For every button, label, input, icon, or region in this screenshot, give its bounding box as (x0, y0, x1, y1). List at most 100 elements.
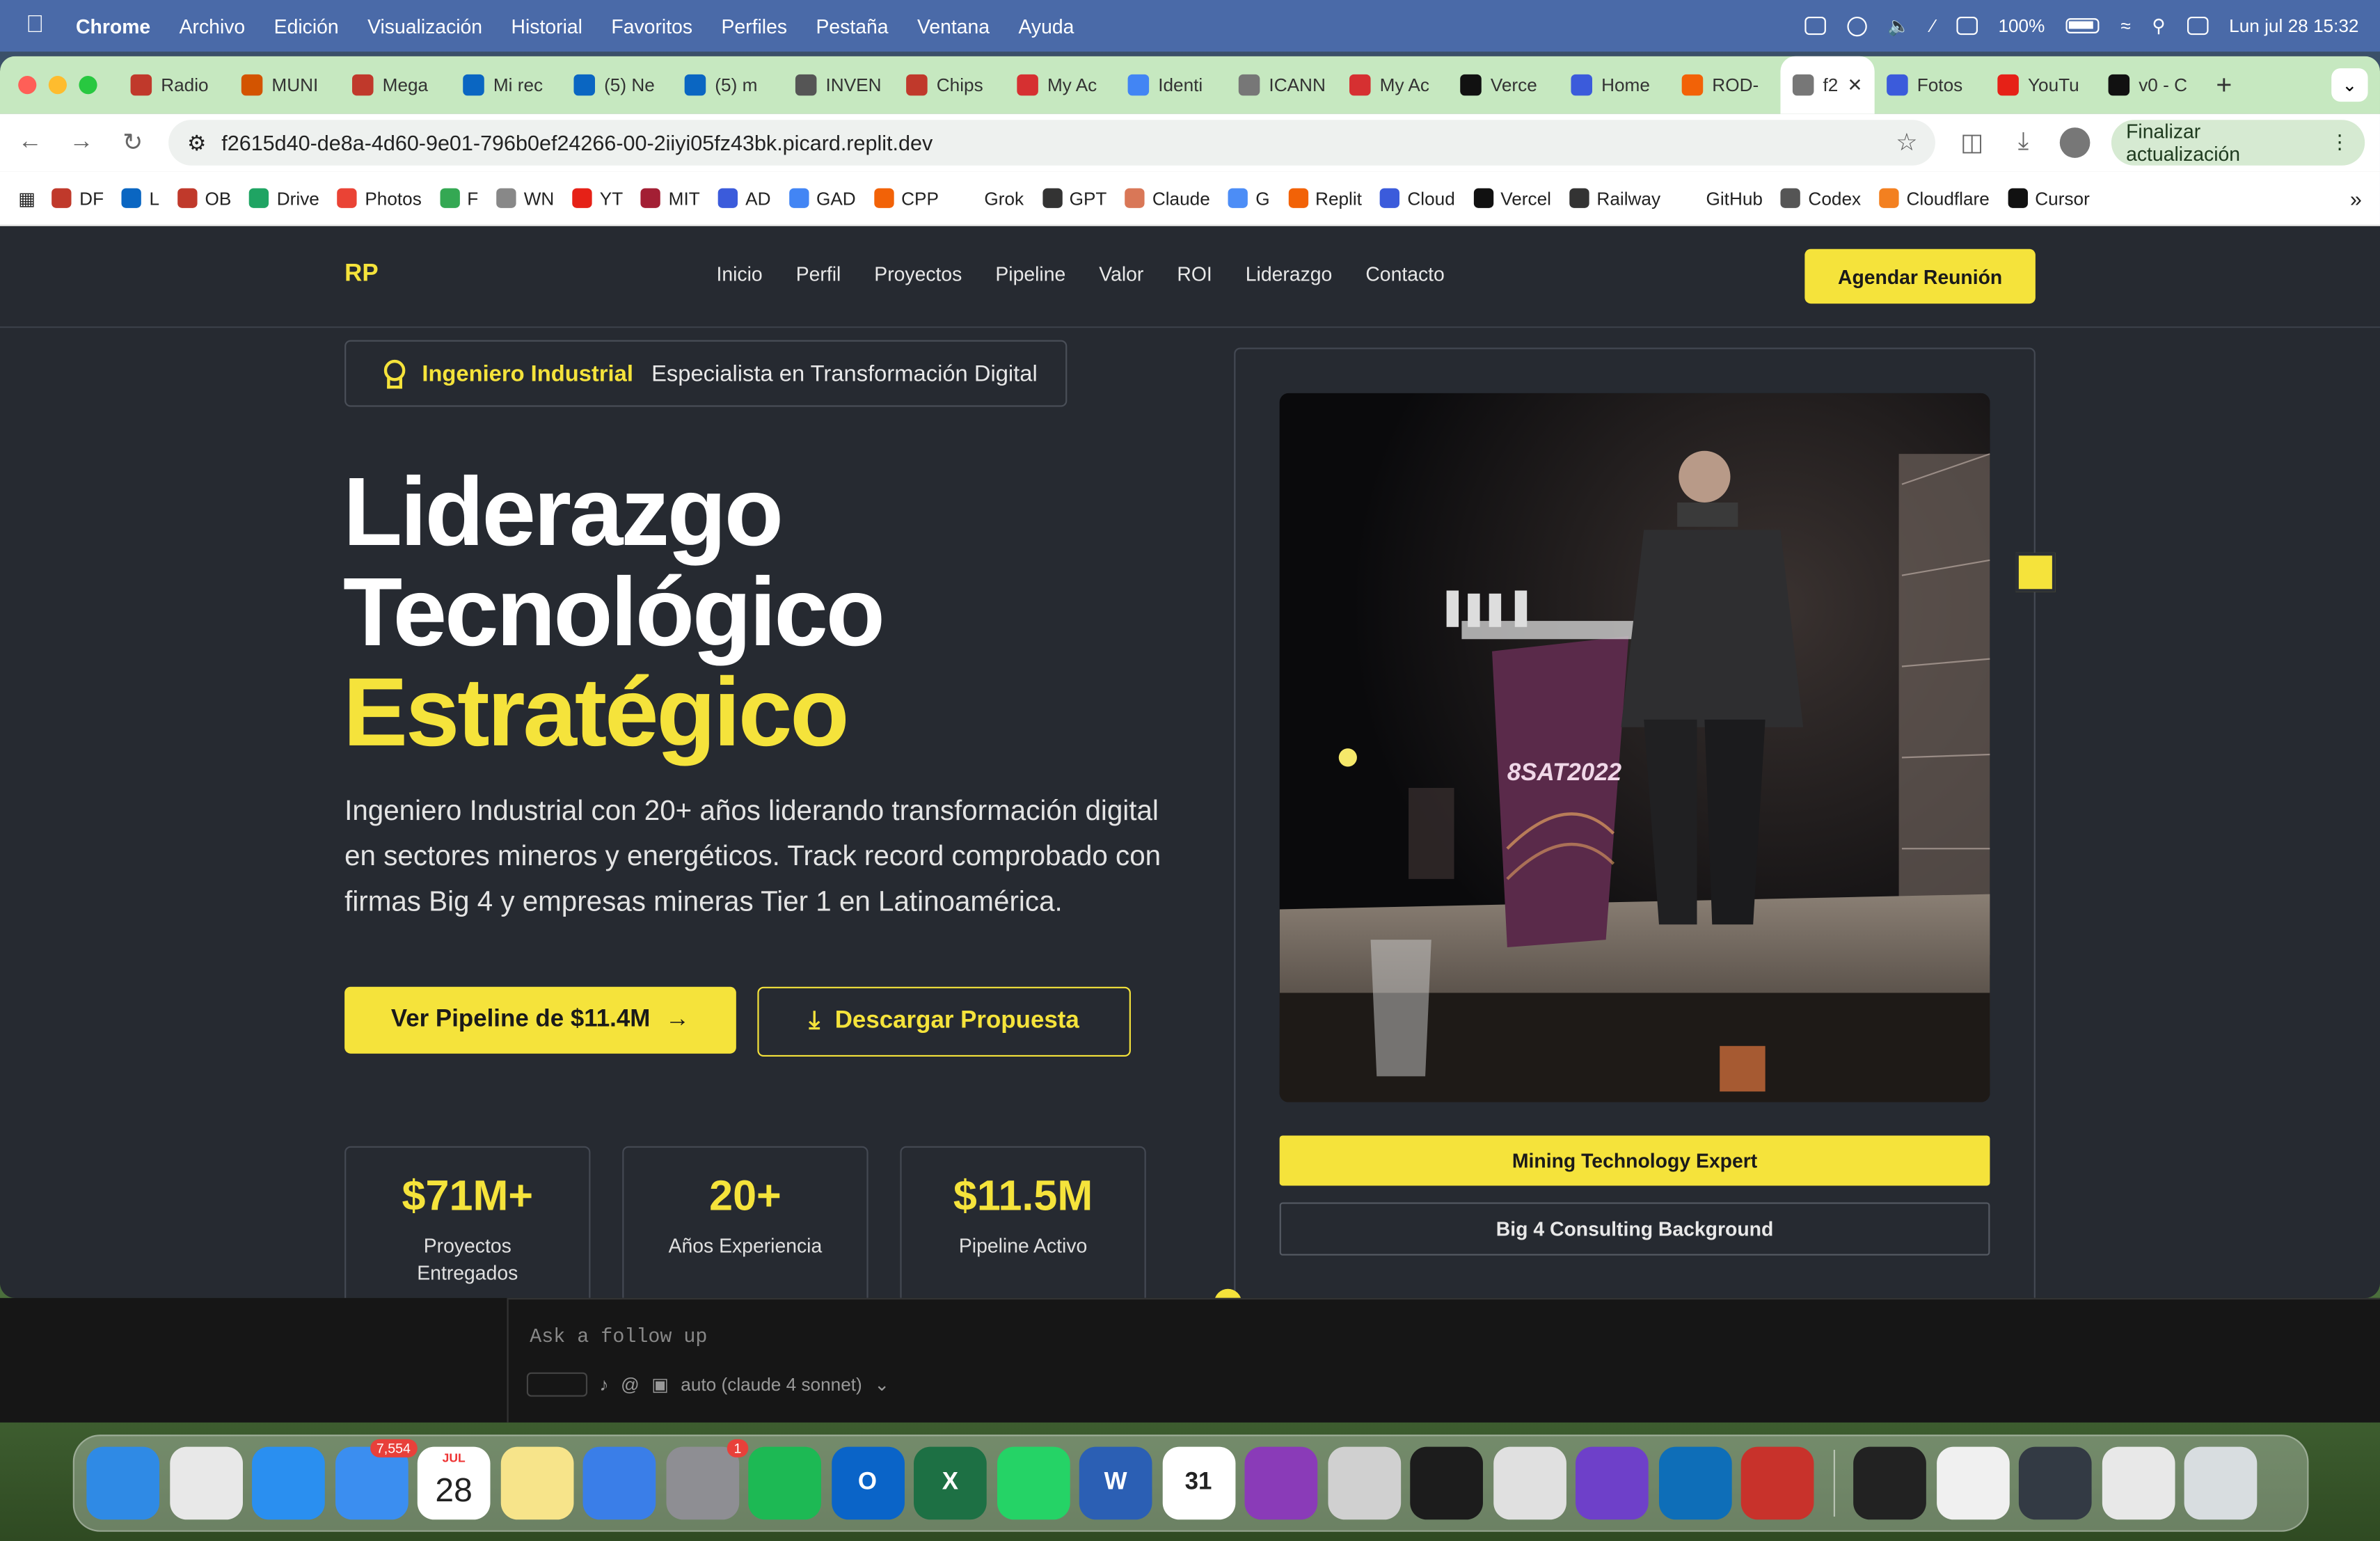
notes-icon[interactable] (500, 1446, 573, 1520)
menu-edicion[interactable]: Edición (274, 15, 339, 38)
maximize-window-button[interactable] (79, 76, 97, 95)
bookmark-item[interactable]: Cloudflare (1879, 187, 1990, 209)
tab[interactable]: Radio (118, 56, 229, 114)
screenshot-1-icon[interactable] (2018, 1446, 2092, 1520)
menu-pestana[interactable]: Pestaña (816, 15, 888, 38)
mic-icon[interactable]: ♪ (600, 1374, 609, 1396)
tab[interactable]: (5) Ne (562, 56, 672, 114)
pen-icon[interactable]: ∕ (1931, 15, 1934, 37)
bookmark-item[interactable]: GitHub (1679, 187, 1763, 209)
image-icon[interactable]: ▣ (651, 1374, 669, 1396)
model-selector[interactable]: auto (claude 4 sonnet) (681, 1374, 862, 1396)
photo-booth-icon[interactable] (1740, 1446, 1814, 1520)
finder-icon[interactable] (86, 1446, 160, 1520)
download-proposal-button[interactable]: ⤓ Descargar Propuesta (757, 986, 1131, 1057)
calendar-icon[interactable]: JUL 28 (417, 1446, 491, 1520)
tab[interactable]: Fotos (1875, 56, 1985, 114)
bookmark-item[interactable]: WN (496, 187, 554, 209)
bookmark-item[interactable]: Drive (249, 187, 319, 209)
bookmark-item[interactable]: DF (51, 187, 104, 209)
volume-icon[interactable]: 🔈 (1887, 15, 1910, 37)
spotify-icon[interactable] (748, 1446, 821, 1520)
outlook-icon[interactable]: O (831, 1446, 904, 1520)
tab-active[interactable]: f2 ✕ (1780, 56, 1875, 114)
tab[interactable]: INVEN (783, 56, 894, 114)
schedule-meeting-button[interactable]: Agendar Reunión (1804, 248, 2036, 304)
system-settings-icon[interactable]: 1 (665, 1439, 748, 1520)
bookmark-item[interactable]: G (1228, 187, 1270, 209)
tab[interactable]: ROD- (1669, 56, 1780, 114)
menu-visualizacion[interactable]: Visualización (367, 15, 482, 38)
site-info-icon[interactable]: ⚙ (187, 129, 206, 155)
tab[interactable]: Verce (1448, 56, 1559, 114)
extensions-icon[interactable]: ◫ (1957, 127, 1987, 158)
bookmark-item[interactable]: Replit (1287, 187, 1362, 209)
bookmark-item[interactable]: Claude (1125, 187, 1210, 209)
bookmark-item[interactable]: Vercel (1473, 187, 1551, 209)
apple-icon[interactable]:  (22, 12, 49, 39)
bookmark-item[interactable]: L (122, 187, 159, 209)
bookmark-item[interactable]: GPT (1042, 187, 1106, 209)
tab[interactable]: My Ac (1338, 56, 1448, 114)
bookmark-item[interactable]: OB (177, 187, 231, 209)
omnibox[interactable]: ⚙ f2615d40-de8a-4d60-9e01-796b0ef24266-0… (168, 120, 1936, 166)
apps-grid-icon[interactable]: ▦ (18, 187, 35, 209)
menu-perfiles[interactable]: Perfiles (721, 15, 787, 38)
tab[interactable]: Mega (340, 56, 451, 114)
mail-icon[interactable]: 7,554 (334, 1439, 417, 1520)
iphone-mirroring-icon[interactable] (1327, 1446, 1401, 1520)
menu-app-name[interactable]: Chrome (76, 15, 150, 38)
bookmark-item[interactable]: Codex (1781, 187, 1861, 209)
keynote-icon[interactable] (582, 1446, 656, 1520)
forward-button[interactable]: → (66, 129, 96, 156)
view-pipeline-button[interactable]: Ver Pipeline de $11.4M → (344, 986, 736, 1054)
mention-icon[interactable]: @ (621, 1374, 640, 1396)
replit-icon[interactable] (1410, 1446, 1483, 1520)
bookmark-item[interactable]: YT (572, 187, 623, 209)
profile-avatar[interactable] (2059, 127, 2090, 158)
github-desktop-icon[interactable] (1576, 1446, 1649, 1520)
word-icon[interactable]: W (1079, 1446, 1152, 1520)
calendar-31-icon[interactable]: 31 (1161, 1446, 1235, 1520)
bookmark-item[interactable]: Cursor (2008, 187, 2090, 209)
bookmark-item[interactable]: Railway (1569, 187, 1660, 209)
tab[interactable]: MUNI (229, 56, 340, 114)
whatsapp-icon[interactable] (996, 1446, 1070, 1520)
bookmark-item[interactable]: F (439, 187, 478, 209)
bookmark-item[interactable]: Grok (957, 187, 1024, 209)
tab[interactable]: Chips (894, 56, 1005, 114)
menu-historial[interactable]: Historial (511, 15, 582, 38)
tab[interactable]: My Ac (1005, 56, 1116, 114)
parallels-icon[interactable] (1493, 1446, 1566, 1520)
trash-icon[interactable] (2184, 1446, 2258, 1520)
bookmark-star-icon[interactable]: ☆ (1896, 127, 1917, 158)
control-center-icon[interactable] (2187, 16, 2208, 35)
tab[interactable]: Identi (1116, 56, 1226, 114)
more-bookmarks-icon[interactable]: » (2350, 186, 2362, 210)
menu-archivo[interactable]: Archivo (180, 15, 246, 38)
zip-file-icon[interactable] (1936, 1446, 2009, 1520)
tab[interactable]: Home (1559, 56, 1669, 114)
new-tab-button[interactable]: + (2216, 69, 2232, 101)
bookmark-item[interactable]: MIT (641, 187, 700, 209)
update-button[interactable]: Finalizar actualización ⋮ (2111, 120, 2365, 166)
bookmark-item[interactable]: GAD (788, 187, 856, 209)
tab[interactable]: ICANN (1226, 56, 1337, 114)
wifi-icon[interactable]: ≈ (2120, 15, 2130, 37)
followup-input[interactable]: Ask a follow up (530, 1325, 707, 1348)
display-icon[interactable] (1955, 16, 1977, 35)
vscode-icon[interactable] (1658, 1446, 1731, 1520)
mode-toggle[interactable] (526, 1372, 588, 1397)
tab[interactable]: (5) m (672, 56, 783, 114)
kebab-menu-icon[interactable]: ⋮ (2330, 131, 2349, 155)
screenshot-2-icon[interactable] (2101, 1446, 2175, 1520)
menu-ayuda[interactable]: Ayuda (1018, 15, 1074, 38)
minimize-window-button[interactable] (48, 76, 67, 95)
cube-app-icon[interactable] (1853, 1446, 1926, 1520)
download-icon[interactable]: ⤓ (2008, 129, 2038, 156)
circle-app-icon[interactable] (1244, 1446, 1318, 1520)
nav-proyectos[interactable]: Proyectos (874, 262, 962, 285)
menu-ventana[interactable]: Ventana (917, 15, 990, 38)
url-text[interactable]: f2615d40-de8a-4d60-9e01-796b0ef24266-00-… (221, 131, 933, 155)
clock[interactable]: Lun jul 28 15:32 (2229, 15, 2358, 37)
